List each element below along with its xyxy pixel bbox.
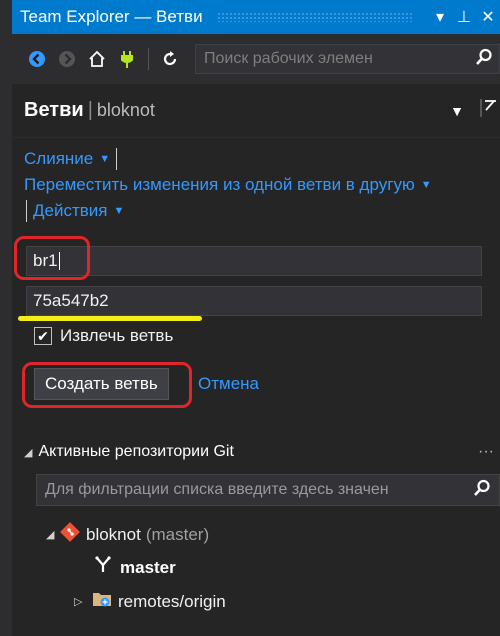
home-icon[interactable] <box>82 44 112 74</box>
link-separator <box>116 148 118 170</box>
forward-icon[interactable] <box>52 44 82 74</box>
red-highlight-annotation <box>22 362 192 408</box>
search-placeholder: Поиск рабочих элемен <box>204 50 373 67</box>
tree-item-branch[interactable]: master <box>94 556 176 579</box>
back-icon[interactable] <box>22 44 52 74</box>
remote-folder-icon <box>92 590 112 613</box>
window-title: Team Explorer — Ветви <box>20 7 203 26</box>
yellow-underline-annotation <box>18 316 202 321</box>
title-bar: Team Explorer — Ветви ▾ ⊥ ✕ <box>12 0 500 34</box>
move-changes-link[interactable]: Переместить изменения из одной ветви в д… <box>24 175 415 195</box>
chevron-down-icon[interactable]: ▼ <box>421 179 432 191</box>
repo-item-branch: (master) <box>145 524 210 544</box>
cancel-link[interactable]: Отмена <box>198 374 259 394</box>
red-highlight-annotation <box>14 236 90 280</box>
git-repo-icon <box>60 522 80 547</box>
page-header: Ветви | bloknot ▼ <box>12 84 500 138</box>
repo-filter-input[interactable]: Для фильтрации списка введите здесь знач… <box>36 474 500 506</box>
link-separator <box>26 200 27 222</box>
checkout-label: Извлечь ветвь <box>60 326 174 345</box>
section-title: Активные репозитории Git <box>38 443 234 460</box>
branch-item-name: master <box>120 557 176 577</box>
pin-button[interactable]: ⊥ <box>452 7 476 27</box>
page-dropdown-icon[interactable]: ▼ <box>450 103 464 119</box>
filter-placeholder: Для фильтрации списка введите здесь знач… <box>45 481 389 498</box>
title-grip[interactable] <box>216 12 414 22</box>
checkout-checkbox[interactable]: ✔ Извлечь ветвь <box>34 326 173 346</box>
page-title: Ветви <box>24 99 84 121</box>
search-icon[interactable] <box>475 48 493 71</box>
commit-id-value: 75a547b2 <box>33 291 109 310</box>
merge-link[interactable]: Слияние <box>24 149 93 169</box>
branch-icon <box>94 556 112 579</box>
chevron-down-icon[interactable]: ▼ <box>99 153 110 165</box>
remotes-item-name: remotes/origin <box>118 591 226 611</box>
tree-item-repo[interactable]: ◢ bloknot (master) <box>46 522 209 547</box>
commit-id-input[interactable]: 75a547b2 <box>26 286 482 316</box>
repo-name: bloknot <box>96 100 155 120</box>
tree-item-remotes[interactable]: ▷ remotes/origin <box>74 590 226 613</box>
collapse-triangle-icon[interactable]: ◢ <box>46 528 60 541</box>
search-icon[interactable] <box>473 479 491 502</box>
toolbar-separator <box>148 48 149 70</box>
undock-icon[interactable] <box>480 98 500 123</box>
active-repos-section-header[interactable]: ◢ Активные репозитории Git ··· <box>24 438 500 466</box>
action-links: Слияние ▼ Переместить изменения из одной… <box>24 146 500 224</box>
chevron-down-icon[interactable]: ▼ <box>113 205 124 217</box>
collapse-triangle-icon[interactable]: ◢ <box>24 446 32 459</box>
window-menu-button[interactable]: ▾ <box>428 7 452 27</box>
checkbox-checked-icon[interactable]: ✔ <box>34 327 52 345</box>
header-separator: | <box>87 99 93 121</box>
refresh-icon[interactable] <box>155 44 185 74</box>
actions-link[interactable]: Действия <box>33 201 107 221</box>
branch-name-input[interactable]: br1 <box>26 246 482 276</box>
toolbar: Поиск рабочих элемен <box>12 34 500 84</box>
more-options-icon[interactable]: ··· <box>478 443 494 461</box>
connect-icon[interactable] <box>112 44 142 74</box>
expand-triangle-icon[interactable]: ▷ <box>74 595 88 608</box>
close-button[interactable]: ✕ <box>476 7 500 27</box>
workitem-search-input[interactable]: Поиск рабочих элемен <box>195 44 500 74</box>
repo-item-name: bloknot <box>86 524 141 544</box>
